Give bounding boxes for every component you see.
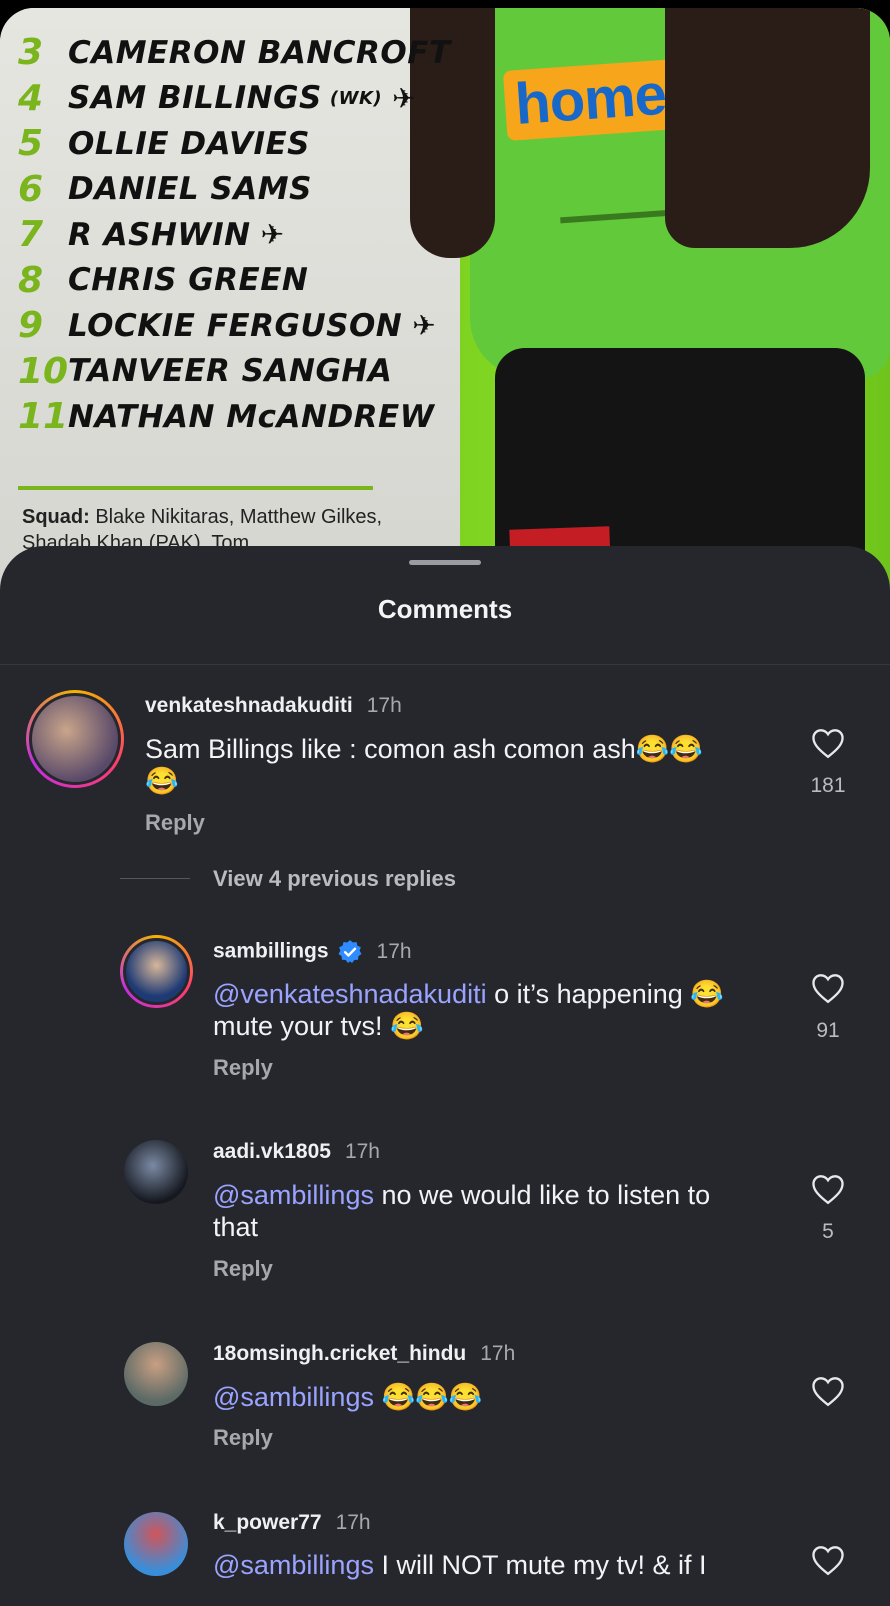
avatar-photo	[123, 938, 190, 1005]
verified-badge-icon	[338, 940, 362, 964]
username-text: k_power77	[213, 1511, 322, 1534]
lineup-player: LOCKIE FERGUSON	[68, 307, 403, 344]
heart-icon	[812, 1546, 844, 1576]
avatar[interactable]	[124, 1140, 188, 1204]
reply-button[interactable]: Reply	[145, 810, 205, 836]
mention-link[interactable]: @sambillings	[213, 1550, 374, 1580]
avatar[interactable]	[124, 1342, 188, 1406]
comment-time: 17h	[344, 1140, 380, 1163]
comment-text: @sambillings no we would like to listen …	[213, 1179, 773, 1243]
lineup-player: CAMERON BANCROFT	[68, 34, 451, 71]
mention-link[interactable]: @venkateshnadakuditi	[213, 979, 487, 1009]
comment-line: no we would like to listen to	[373, 1180, 711, 1210]
username-text: venkateshnadakuditi	[145, 694, 353, 717]
lineup-number: 11	[18, 396, 69, 438]
comment-time: 17h	[366, 694, 402, 717]
lineup-row: 10 TANVEER SANGHA	[18, 349, 451, 395]
lineup-row: 5 OLLIE DAVIES	[18, 121, 451, 167]
avatar-photo	[29, 693, 121, 785]
comment-username[interactable]: k_power77 17h	[213, 1511, 371, 1535]
lineup-row: 11 NATHAN McANDREW	[18, 394, 451, 440]
comment-line: mute your tvs! 😂	[213, 1011, 424, 1041]
lineup-number: 9	[18, 305, 44, 347]
username-text: aadi.vk1805	[213, 1140, 331, 1163]
comment-text: @sambillings I will NOT mute my tv! & if…	[213, 1549, 773, 1581]
lineup-number: 4	[18, 77, 44, 119]
reply-button[interactable]: Reply	[213, 1055, 273, 1081]
lineup-number: 10	[18, 350, 69, 392]
thread-line	[120, 878, 190, 879]
lineup-player: SAM BILLINGS	[68, 80, 322, 117]
lineup-player: DANIEL SAMS	[68, 171, 312, 208]
like-count: 181	[810, 774, 846, 797]
heart-icon	[812, 1377, 844, 1407]
comment-username[interactable]: venkateshnadakuditi 17h	[145, 694, 402, 718]
comment-line: that	[213, 1212, 259, 1242]
post-image: homesta 3 CAMERON BANCROFT 4 SAM BILLING…	[0, 8, 890, 608]
airplane-icon: ✈	[260, 219, 285, 251]
avatar[interactable]	[26, 690, 124, 788]
heart-icon	[812, 974, 844, 1004]
reply-button[interactable]: Reply	[213, 1425, 273, 1451]
comment-line: 😂😂😂	[373, 1382, 483, 1412]
avatar[interactable]	[124, 1512, 188, 1576]
lineup-row: 3 CAMERON BANCROFT	[18, 30, 451, 76]
like-button[interactable]	[810, 1544, 846, 1576]
heart-icon	[812, 729, 844, 759]
lineup-player: CHRIS GREEN	[68, 262, 309, 299]
like-button[interactable]	[810, 727, 846, 759]
mention-link[interactable]: @sambillings	[213, 1180, 374, 1210]
comment-text: Sam Billings like : comon ash comon ash😂…	[145, 733, 765, 797]
comment-line: 😂	[145, 766, 179, 796]
sheet-drag-handle[interactable]	[409, 560, 481, 565]
comment-time: 17h	[376, 939, 412, 963]
lineup-player: TANVEER SANGHA	[68, 353, 393, 390]
like-button[interactable]	[810, 1173, 846, 1205]
lineup-number: 3	[18, 32, 44, 74]
like-button[interactable]	[810, 1375, 846, 1407]
airplane-icon: ✈	[392, 82, 416, 114]
airplane-icon: ✈	[412, 310, 436, 342]
comment-line: I will NOT mute my tv! & if I	[373, 1550, 707, 1580]
lineup-number: 5	[18, 123, 44, 165]
lineup-row: 7 R ASHWIN ✈	[18, 212, 451, 258]
view-previous-replies[interactable]: View 4 previous replies	[213, 866, 456, 892]
wicketkeeper-tag: (WK)	[329, 87, 383, 109]
like-count: 5	[822, 1220, 834, 1243]
squad-label: Squad:	[22, 506, 90, 528]
lineup-number: 7	[18, 214, 44, 256]
comment-line: Sam Billings like : comon ash comon ash😂…	[145, 734, 703, 764]
comment-time: 17h	[335, 1511, 371, 1534]
comment-username[interactable]: 18omsingh.cricket_hindu 17h	[213, 1342, 515, 1366]
comment-username[interactable]: sambillings 17h	[213, 939, 412, 965]
username-text: sambillings	[213, 939, 329, 963]
like-button[interactable]	[810, 972, 846, 1004]
heart-icon	[812, 1175, 844, 1205]
divider	[0, 664, 890, 665]
lineup-number: 8	[18, 259, 44, 301]
comment-username[interactable]: aadi.vk1805 17h	[213, 1140, 380, 1164]
lineup-row: 4 SAM BILLINGS (WK) ✈	[18, 76, 451, 122]
lineup-row: 9 LOCKIE FERGUSON ✈	[18, 303, 451, 349]
lineup-divider	[18, 486, 373, 490]
comments-sheet: Comments	[0, 546, 890, 1606]
comment-text: @sambillings 😂😂😂	[213, 1381, 773, 1413]
lineup-list: 3 CAMERON BANCROFT 4 SAM BILLINGS (WK) ✈…	[18, 30, 451, 490]
reply-button[interactable]: Reply	[213, 1256, 273, 1282]
mention-link[interactable]: @sambillings	[213, 1382, 374, 1412]
lineup-player: OLLIE DAVIES	[68, 125, 311, 162]
comment-time: 17h	[480, 1342, 516, 1365]
lineup-row: 8 CHRIS GREEN	[18, 258, 451, 304]
lineup-player: R ASHWIN	[68, 216, 251, 253]
lineup-number: 6	[18, 168, 44, 210]
player-arm-right	[665, 8, 870, 248]
comment-text: @venkateshnadakuditi o it’s happening 😂 …	[213, 978, 773, 1042]
comment-line: o it’s happening 😂	[486, 979, 724, 1009]
lineup-row: 6 DANIEL SAMS	[18, 167, 451, 213]
like-count: 91	[816, 1019, 840, 1042]
avatar[interactable]	[120, 935, 193, 1008]
username-text: 18omsingh.cricket_hindu	[213, 1342, 467, 1365]
sheet-title: Comments	[377, 594, 513, 624]
lineup-player: NATHAN McANDREW	[68, 398, 435, 435]
